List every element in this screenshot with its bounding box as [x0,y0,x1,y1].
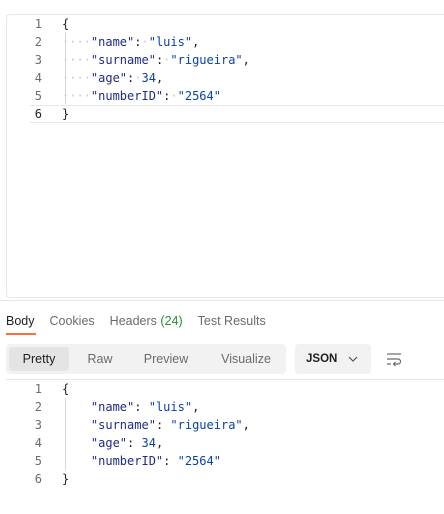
json-value: 34 [141,71,156,85]
headers-count-badge: (24) [160,314,183,328]
json-key: "age" [90,71,128,85]
tab-headers[interactable]: Headers (24) [110,311,183,331]
response-tabs: Body Cookies Headers (24) Test Results [6,311,281,331]
json-value: "2564" [177,454,221,468]
tab-cookies[interactable]: Cookies [50,311,95,331]
line-number: 3 [34,418,42,432]
line-number: 5 [34,89,42,103]
code-line: { [62,17,70,31]
line-number: 6 [34,107,42,121]
code-line: "surname": "rigueira", [90,418,250,432]
json-key: "numberID" [90,89,164,103]
json-key: "name" [90,35,135,49]
wrap-lines-icon[interactable] [384,350,404,368]
format-preview-button[interactable]: Preview [133,347,199,371]
json-value: "luis" [148,400,193,414]
line-number: 2 [34,400,42,414]
tab-test-results[interactable]: Test Results [198,311,266,331]
line-number: 1 [34,17,42,31]
language-select-value: JSON [306,353,338,365]
language-select[interactable]: JSON [295,344,371,374]
code-line: "name": "luis", [90,400,200,414]
code-line: "age": 34, [90,436,164,450]
line-number: 4 [34,71,42,85]
format-visualize-button[interactable]: Visualize [207,347,285,371]
line-number: 1 [34,382,42,396]
code-line: ····"age":·34, [62,71,164,85]
line-number: 3 [34,53,42,67]
json-value: "rigueira" [170,53,243,67]
code-line: ····"name":·"luis", [62,35,200,49]
tab-body[interactable]: Body [6,311,35,331]
pane-divider[interactable] [0,300,444,301]
json-value: "2564" [177,89,221,103]
format-raw-button[interactable]: Raw [73,347,127,371]
code-line: } [62,472,70,486]
code-line: ····"numberID":·"2564" [62,89,221,103]
json-key: "numberID" [90,454,164,468]
line-number: 4 [34,436,42,450]
json-key: "surname" [90,53,156,67]
code-line: ····"surname":·"rigueira", [62,53,250,67]
json-key: "name" [90,400,135,414]
line-number: 6 [34,472,42,486]
chevron-down-icon [348,356,358,362]
code-line: "numberID": "2564" [90,454,221,468]
response-body-divider [6,379,444,380]
format-pretty-button[interactable]: Pretty [9,347,69,371]
line-number: 2 [34,35,42,49]
code-line: } [62,107,70,121]
json-value: "rigueira" [170,418,243,432]
json-key: "age" [90,436,128,450]
json-value: 34 [141,436,156,450]
json-key: "surname" [90,418,156,432]
format-switcher: Pretty Raw Preview Visualize [6,344,286,374]
code-line: { [62,382,70,396]
current-line-highlight [30,105,444,123]
json-value: "luis" [148,35,193,49]
active-tab-indicator [6,333,36,335]
line-number: 5 [34,454,42,468]
